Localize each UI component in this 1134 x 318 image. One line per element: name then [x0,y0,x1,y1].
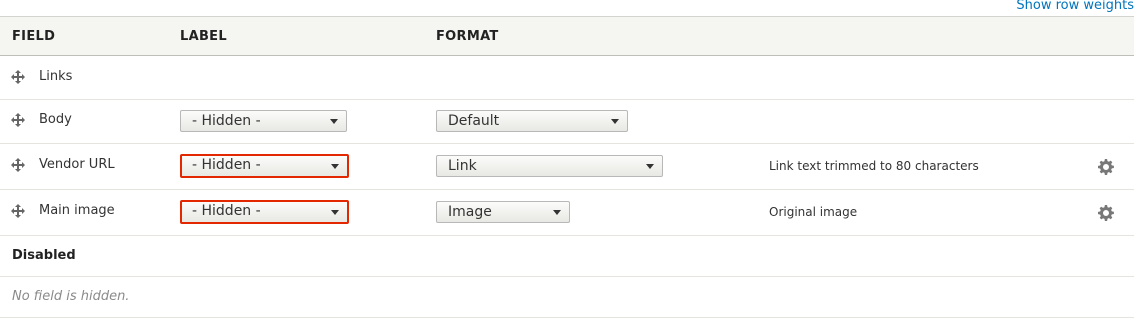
label-select[interactable]: - Hidden - [180,110,347,132]
disabled-region-header: Disabled [0,236,1134,277]
label-select[interactable]: - Hidden - [180,154,349,178]
field-name: Body [39,112,72,127]
label-select-value: - Hidden - [192,113,261,129]
show-row-weights-link[interactable]: Show row weights [1016,0,1134,13]
empty-message: No field is hidden. [12,289,130,304]
gear-icon[interactable] [1098,205,1114,221]
format-select[interactable]: Default [436,110,628,132]
chevron-down-icon [552,206,562,218]
table-row: Links [0,56,1134,100]
format-select-value: Default [448,113,500,129]
label-select-value: - Hidden - [192,203,261,219]
format-select-value: Link [448,158,477,174]
field-name: Vendor URL [39,157,115,172]
drag-handle-icon[interactable] [11,158,25,172]
table-row: Vendor URL - Hidden - Link Link text tri… [0,144,1134,190]
label-select[interactable]: - Hidden - [180,200,349,224]
chevron-down-icon [329,115,339,127]
formatter-summary: Original image [769,205,858,219]
disabled-region-empty: No field is hidden. [0,277,1134,318]
header-label: LABEL [180,29,227,44]
header-field: FIELD [12,29,56,44]
format-select[interactable]: Image [436,201,570,223]
table-header: FIELD LABEL FORMAT [0,16,1134,56]
disabled-region-title: Disabled [12,248,76,263]
table-row: Main image - Hidden - Image Original ima… [0,190,1134,236]
chevron-down-icon [330,160,340,172]
field-name: Links [39,69,73,84]
table-row: Body - Hidden - Default [0,100,1134,144]
drag-handle-icon[interactable] [11,70,25,84]
drag-handle-icon[interactable] [11,113,25,127]
format-select-value: Image [448,204,492,220]
chevron-down-icon [610,115,620,127]
field-name: Main image [39,203,115,218]
format-select[interactable]: Link [436,155,663,177]
formatter-summary: Link text trimmed to 80 characters [769,159,979,173]
label-select-value: - Hidden - [192,157,261,173]
chevron-down-icon [330,206,340,218]
drag-handle-icon[interactable] [11,204,25,218]
header-format: FORMAT [436,29,499,44]
table-toolbar: Show row weights [0,0,1134,16]
chevron-down-icon [645,160,655,172]
gear-icon[interactable] [1098,159,1114,175]
